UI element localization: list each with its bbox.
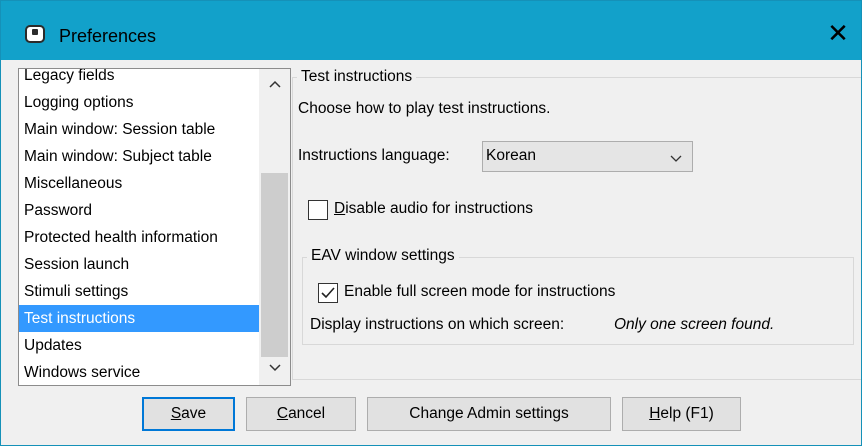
instructions-language-select[interactable]: Korean	[482, 141, 693, 172]
display-screen-label: Display instructions on which screen:	[310, 316, 565, 333]
list-item-session-launch[interactable]: Session launch	[19, 251, 259, 278]
instructions-language-value: Korean	[486, 147, 536, 164]
disable-audio-label[interactable]: Disable audio for instructions	[334, 200, 533, 218]
list-scrollbar[interactable]	[259, 69, 290, 385]
list-item-legacy-fields[interactable]: Legacy fields	[19, 69, 259, 89]
help-text: elp (F1)	[660, 405, 714, 422]
list-item-miscellaneous[interactable]: Miscellaneous	[19, 170, 259, 197]
checkmark-icon	[321, 287, 335, 299]
list-item-password[interactable]: Password	[19, 197, 259, 224]
disable-audio-checkbox[interactable]	[308, 200, 328, 220]
help-mnemonic: H	[649, 405, 661, 422]
disable-audio-mnemonic: D	[334, 200, 346, 217]
app-window-icon	[25, 25, 45, 43]
full-screen-label[interactable]: Enable full screen mode for instructions	[344, 283, 615, 301]
test-instructions-legend: Test instructions	[297, 68, 417, 86]
display-screen-value: Only one screen found.	[614, 316, 775, 333]
preferences-category-list[interactable]: Legacy fields Logging options Main windo…	[18, 68, 291, 386]
list-item-windows-service[interactable]: Windows service	[19, 359, 259, 385]
list-item-updates[interactable]: Updates	[19, 332, 259, 359]
scroll-down-icon[interactable]	[259, 357, 290, 381]
list-item-session-table[interactable]: Main window: Session table	[19, 116, 259, 143]
scroll-thumb[interactable]	[261, 173, 288, 357]
list-item-subject-table[interactable]: Main window: Subject table	[19, 143, 259, 170]
help-button[interactable]: Help (F1)	[622, 397, 741, 431]
cancel-text: ancel	[288, 405, 326, 422]
close-icon[interactable]: ✕	[819, 17, 857, 53]
change-admin-settings-button[interactable]: Change Admin settings	[367, 397, 611, 431]
save-text: ave	[181, 405, 207, 422]
cancel-mnemonic: C	[276, 405, 289, 422]
instructions-description: Choose how to play test instructions.	[298, 100, 551, 117]
list-item-protected-health-information[interactable]: Protected health information	[19, 224, 259, 251]
instructions-language-label: Instructions language:	[298, 147, 450, 164]
save-button[interactable]: Save	[142, 397, 235, 431]
category-items: Legacy fields Logging options Main windo…	[19, 69, 259, 385]
preferences-window: Preferences ✕ Legacy fields Logging opti…	[0, 0, 862, 446]
list-item-stimuli-settings[interactable]: Stimuli settings	[19, 278, 259, 305]
chevron-down-icon	[670, 155, 682, 162]
save-mnemonic: S	[170, 405, 182, 422]
list-item-test-instructions[interactable]: Test instructions	[19, 305, 259, 332]
list-item-logging-options[interactable]: Logging options	[19, 89, 259, 116]
full-screen-checkbox[interactable]	[318, 283, 338, 303]
scroll-up-icon[interactable]	[259, 73, 290, 97]
eav-window-settings-legend: EAV window settings	[307, 247, 459, 265]
window-title: Preferences	[59, 26, 157, 46]
title-bar[interactable]: Preferences ✕	[1, 1, 861, 60]
disable-audio-text: isable audio for instructions	[345, 200, 534, 217]
cancel-button[interactable]: Cancel	[246, 397, 356, 431]
